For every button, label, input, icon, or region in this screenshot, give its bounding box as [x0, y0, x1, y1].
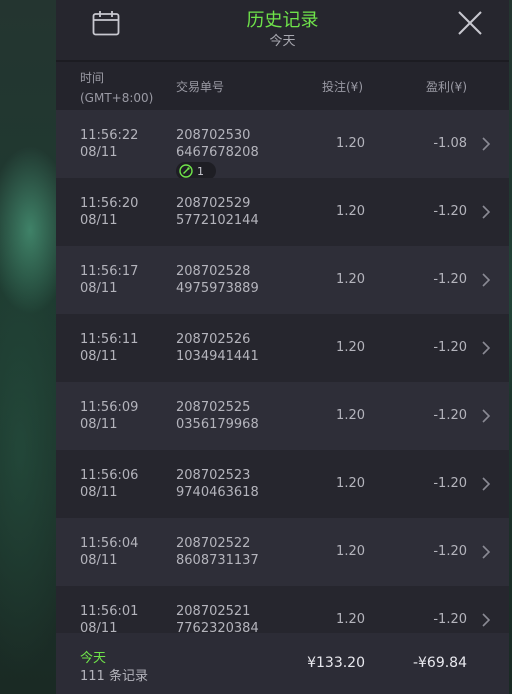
order-line2: 6467678208 [176, 145, 259, 160]
row-time: 11:56:20 08/11 [80, 195, 138, 229]
row-clock: 11:56:22 [80, 128, 139, 143]
page-title: 历史记录 [246, 10, 319, 31]
row-order-number: 208702522 8608731137 [176, 535, 259, 569]
col-timezone-label: (GMT+8:00) [80, 91, 154, 105]
row-date: 08/11 [80, 485, 118, 500]
row-profit: -1.20 [433, 204, 467, 219]
row-order-number: 208702530 6467678208 1 [176, 127, 259, 183]
period-subtitle: 今天 [269, 34, 296, 49]
history-row[interactable]: 11:56:20 08/11 208702529 5772102144 1.20… [56, 178, 509, 246]
order-line1: 208702529 [176, 196, 251, 211]
row-date: 08/11 [80, 553, 118, 568]
col-profit-header: 盈利(¥) [426, 80, 467, 94]
order-line2: 8608731137 [176, 553, 259, 568]
row-clock: 11:56:11 [80, 332, 139, 347]
row-order-number: 208702521 7762320384 [176, 603, 259, 637]
row-time: 11:56:11 08/11 [80, 331, 138, 365]
row-profit: -1.20 [433, 340, 467, 355]
col-order-header: 交易单号 [176, 80, 225, 94]
row-date: 08/11 [80, 349, 118, 364]
row-time: 11:56:01 08/11 [80, 603, 138, 637]
close-icon[interactable] [457, 10, 483, 36]
chevron-right-icon[interactable] [481, 136, 491, 152]
row-bet: 1.20 [336, 476, 365, 491]
row-bet: 1.20 [336, 204, 365, 219]
row-clock: 11:56:17 [80, 264, 139, 279]
row-date: 08/11 [80, 145, 118, 160]
order-line1: 208702523 [176, 468, 251, 483]
order-line2: 5772102144 [176, 213, 259, 228]
history-row[interactable]: 11:56:11 08/11 208702526 1034941441 1.20… [56, 314, 509, 382]
row-date: 08/11 [80, 213, 118, 228]
col-time-header: 时间 (GMT+8:00) [80, 68, 153, 108]
row-order-number: 208702523 9740463618 [176, 467, 259, 501]
row-clock: 11:56:06 [80, 468, 139, 483]
row-date: 08/11 [80, 417, 118, 432]
row-profit: -1.20 [433, 544, 467, 559]
order-line1: 208702522 [176, 536, 251, 551]
row-order-number: 208702529 5772102144 [176, 195, 259, 229]
col-bet-header: 投注(¥) [322, 80, 363, 94]
chevron-right-icon[interactable] [481, 408, 491, 424]
history-list: 11:56:22 08/11 208702530 6467678208 1 1.… [56, 110, 509, 654]
row-profit: -1.20 [433, 612, 467, 627]
row-bet: 1.20 [336, 612, 365, 627]
order-line1: 208702525 [176, 400, 251, 415]
row-bet: 1.20 [336, 544, 365, 559]
row-time: 11:56:04 08/11 [80, 535, 138, 569]
history-row[interactable]: 11:56:04 08/11 208702522 8608731137 1.20… [56, 518, 509, 586]
order-line1: 208702530 [176, 128, 251, 143]
row-order-number: 208702528 4975973889 [176, 263, 259, 297]
summary-footer: 今天 111 条记录 ¥133.20 -¥69.84 [56, 633, 509, 694]
order-line2: 4975973889 [176, 281, 259, 296]
history-row[interactable]: 11:56:06 08/11 208702523 9740463618 1.20… [56, 450, 509, 518]
row-bet: 1.20 [336, 272, 365, 287]
chevron-right-icon[interactable] [481, 476, 491, 492]
total-bet: ¥133.20 [307, 655, 365, 671]
row-profit: -1.20 [433, 476, 467, 491]
record-count: 111 条记录 [80, 669, 148, 684]
history-row[interactable]: 11:56:17 08/11 208702528 4975973889 1.20… [56, 246, 509, 314]
chevron-right-icon[interactable] [481, 204, 491, 220]
history-panel: 历史记录 今天 时间 (GMT+8:00) 交易单号 投注(¥) 盈利(¥) 1… [56, 0, 509, 694]
order-line1: 208702521 [176, 604, 251, 619]
row-bet: 1.20 [336, 340, 365, 355]
row-profit: -1.08 [433, 136, 467, 151]
chevron-right-icon[interactable] [481, 340, 491, 356]
row-clock: 11:56:04 [80, 536, 139, 551]
dice-icon [179, 164, 193, 178]
order-line1: 208702528 [176, 264, 251, 279]
order-line2: 9740463618 [176, 485, 259, 500]
order-line2: 1034941441 [176, 349, 259, 364]
order-line2: 0356179968 [176, 417, 259, 432]
row-bet: 1.20 [336, 136, 365, 151]
history-row[interactable]: 11:56:09 08/11 208702525 0356179968 1.20… [56, 382, 509, 450]
row-time: 11:56:17 08/11 [80, 263, 138, 297]
footer-period: 今天 [80, 651, 107, 666]
chevron-right-icon[interactable] [481, 272, 491, 288]
row-profit: -1.20 [433, 408, 467, 423]
row-bet: 1.20 [336, 408, 365, 423]
row-clock: 11:56:09 [80, 400, 139, 415]
column-headers: 时间 (GMT+8:00) 交易单号 投注(¥) 盈利(¥) [56, 62, 509, 108]
col-time-label: 时间 [80, 71, 105, 85]
row-time: 11:56:22 08/11 [80, 127, 138, 161]
history-row[interactable]: 11:56:22 08/11 208702530 6467678208 1 1.… [56, 110, 509, 180]
row-time: 11:56:06 08/11 [80, 467, 138, 501]
panel-header: 历史记录 今天 [56, 0, 509, 62]
total-profit: -¥69.84 [412, 655, 467, 671]
row-profit: -1.20 [433, 272, 467, 287]
chevron-right-icon[interactable] [481, 544, 491, 560]
order-line1: 208702526 [176, 332, 251, 347]
row-order-number: 208702525 0356179968 [176, 399, 259, 433]
row-date: 08/11 [80, 281, 118, 296]
row-clock: 11:56:20 [80, 196, 139, 211]
chevron-right-icon[interactable] [481, 612, 491, 628]
badge-count: 1 [197, 164, 204, 178]
row-time: 11:56:09 08/11 [80, 399, 138, 433]
row-clock: 11:56:01 [80, 604, 139, 619]
row-order-number: 208702526 1034941441 [176, 331, 259, 365]
